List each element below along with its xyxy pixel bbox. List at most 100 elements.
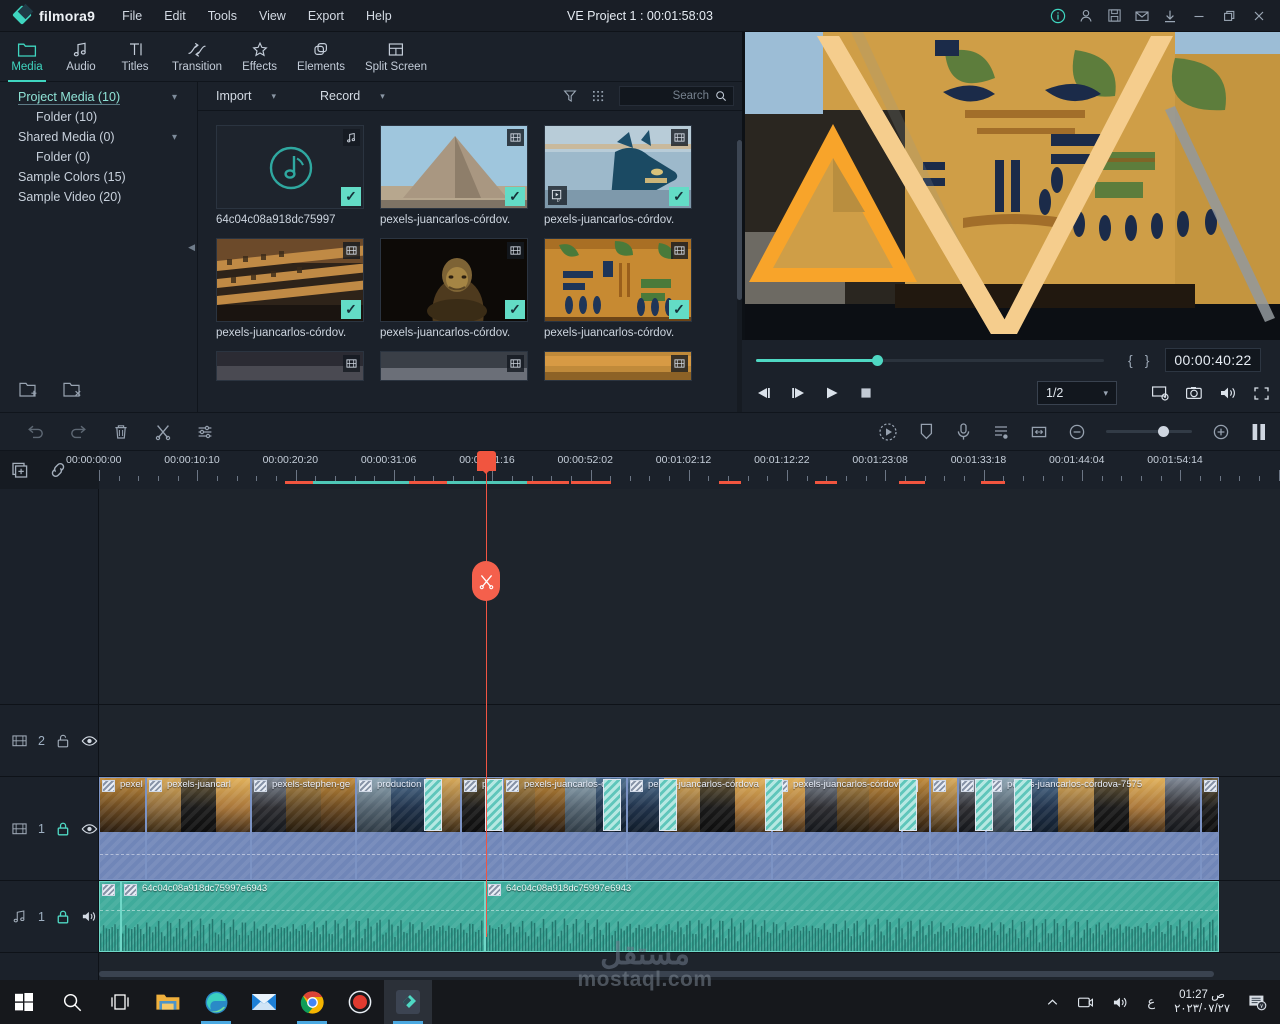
play-button[interactable] [824, 386, 840, 400]
voiceover-icon[interactable] [955, 422, 972, 441]
media-thumbnail[interactable]: p ✓ [544, 125, 692, 209]
media-selected-check[interactable]: ✓ [505, 300, 525, 319]
media-thumbnail[interactable]: ✓ [380, 238, 528, 322]
video-clip[interactable] [930, 777, 958, 880]
stop-button[interactable] [858, 386, 874, 400]
minimize-icon[interactable] [1184, 0, 1214, 32]
account-icon[interactable] [1072, 0, 1100, 32]
transition-marker[interactable] [765, 779, 783, 831]
sidebar-item-shared-folder[interactable]: Folder (0) [0, 147, 197, 167]
preview-timecode[interactable]: 00:00:40:22 [1165, 348, 1261, 372]
notification-icon[interactable]: ٧ [1240, 980, 1274, 1024]
split-icon[interactable] [154, 423, 172, 441]
playback-quality-select[interactable]: 1/2 ▾ [1037, 381, 1117, 405]
screen-capture-icon[interactable] [1068, 980, 1103, 1024]
fullscreen-icon[interactable] [1253, 386, 1270, 401]
sidebar-item-sample-colors[interactable]: Sample Colors (15) [0, 167, 197, 187]
video-clip[interactable]: pexel [99, 777, 146, 880]
audio-clip[interactable]: 64c0 [99, 881, 121, 952]
transition-marker[interactable] [1014, 779, 1032, 831]
search-input[interactable]: Search [619, 86, 734, 106]
render-preview-icon[interactable] [1151, 385, 1169, 401]
media-preview-badge[interactable]: p [548, 186, 567, 205]
download-icon[interactable] [1156, 0, 1184, 32]
transition-marker[interactable] [424, 779, 442, 831]
split-at-playhead-button[interactable] [472, 561, 500, 601]
transition-marker[interactable] [899, 779, 917, 831]
timeline-ruler[interactable]: 00:00:00:00 00:00:10:10 00:00:20:20 00:00:3… [66, 451, 1280, 489]
media-item[interactable]: ✓ pexels-juancarlos-córdov. [380, 125, 528, 226]
marker-icon[interactable] [1250, 422, 1268, 442]
media-thumbnail[interactable]: ✓ [380, 125, 528, 209]
chevron-down-icon[interactable]: ▾ [1103, 388, 1108, 399]
tab-effects[interactable]: Effects [232, 32, 287, 82]
track-header-video-2[interactable]: 2 [0, 705, 99, 776]
chrome-button[interactable] [288, 980, 336, 1024]
search-button[interactable] [48, 980, 96, 1024]
tab-split-screen[interactable]: Split Screen [355, 32, 437, 82]
eye-icon[interactable] [81, 734, 98, 748]
media-selected-check[interactable]: ✓ [669, 187, 689, 206]
edge-button[interactable] [192, 980, 240, 1024]
media-item[interactable]: p ✓ pexels-juancarlos-córdov. [544, 125, 692, 226]
start-button[interactable] [0, 980, 48, 1024]
record-button[interactable]: Record ▾ [310, 89, 395, 103]
media-item[interactable]: ✓ pexels-juancarlos-córdov. [380, 238, 528, 339]
filmora-button[interactable] [384, 980, 432, 1024]
auto-highlight-icon[interactable] [878, 422, 898, 442]
track-header-audio-1[interactable]: 1 [0, 881, 99, 952]
video-clip[interactable]: pexels-stephen-ge [251, 777, 356, 880]
next-frame-button[interactable] [790, 386, 806, 400]
close-icon[interactable] [1244, 0, 1274, 32]
language-indicator[interactable]: ع [1138, 980, 1164, 1024]
menu-view[interactable]: View [248, 5, 297, 27]
adjust-icon[interactable] [196, 423, 214, 441]
restore-icon[interactable] [1214, 0, 1244, 32]
volume-icon[interactable] [1103, 980, 1138, 1024]
media-selected-check[interactable]: ✓ [669, 300, 689, 319]
tab-titles[interactable]: Titles [108, 32, 162, 82]
undo-icon[interactable] [26, 423, 45, 440]
media-thumbnail[interactable]: ✓ [216, 125, 364, 209]
mark-out-button[interactable]: } [1145, 352, 1150, 368]
delete-icon[interactable] [112, 423, 130, 441]
import-button[interactable]: Import ▾ [206, 89, 286, 103]
playhead[interactable] [472, 451, 500, 937]
audio-mixer-icon[interactable] [992, 423, 1010, 441]
media-selected-check[interactable]: ✓ [505, 187, 525, 206]
file-explorer-button[interactable] [144, 980, 192, 1024]
tab-transition[interactable]: Transition [162, 32, 232, 82]
link-icon[interactable] [48, 460, 68, 480]
menu-file[interactable]: File [111, 5, 153, 27]
track-body-video-2[interactable] [99, 705, 1280, 776]
lock-icon[interactable] [56, 909, 70, 925]
eye-icon[interactable] [81, 822, 98, 836]
media-thumbnail[interactable]: ✓ [544, 238, 692, 322]
menu-help[interactable]: Help [355, 5, 403, 27]
media-selected-check[interactable]: ✓ [341, 187, 361, 206]
media-thumbnail[interactable]: ✓ [216, 238, 364, 322]
preview-video[interactable] [745, 32, 1280, 340]
collapse-sidebar-icon[interactable]: ◀ [188, 242, 195, 253]
media-thumbnail[interactable] [216, 351, 364, 381]
media-selected-check[interactable]: ✓ [341, 300, 361, 319]
menu-export[interactable]: Export [297, 5, 355, 27]
recorder-button[interactable] [336, 980, 384, 1024]
timeline-scrollbar-thumb[interactable] [99, 971, 1214, 977]
media-thumbnail[interactable] [544, 351, 692, 381]
zoom-out-icon[interactable] [1068, 423, 1086, 441]
sidebar-item-sample-video[interactable]: Sample Video (20) [0, 187, 197, 207]
transition-marker[interactable] [659, 779, 677, 831]
media-item[interactable]: ✓ pexels-juancarlos-córdov. [544, 238, 692, 339]
track-body-audio-1[interactable]: 64c0 64c04c08a918dc75997e6943 64c04c08a918… [99, 881, 1280, 952]
menu-edit[interactable]: Edit [153, 5, 197, 27]
sidebar-item-shared-media[interactable]: Shared Media (0) ▾ [0, 127, 197, 147]
save-icon[interactable] [1100, 0, 1128, 32]
grid-view-icon[interactable] [591, 89, 605, 103]
video-clip[interactable]: pexels-juancarlos-córdova [627, 777, 772, 880]
zoom-in-icon[interactable] [1212, 423, 1230, 441]
playhead-flag[interactable] [477, 451, 496, 474]
timeline-zoom-handle[interactable] [1158, 426, 1169, 437]
unlock-icon[interactable] [56, 733, 70, 749]
timeline-zoom-slider[interactable] [1106, 426, 1192, 437]
